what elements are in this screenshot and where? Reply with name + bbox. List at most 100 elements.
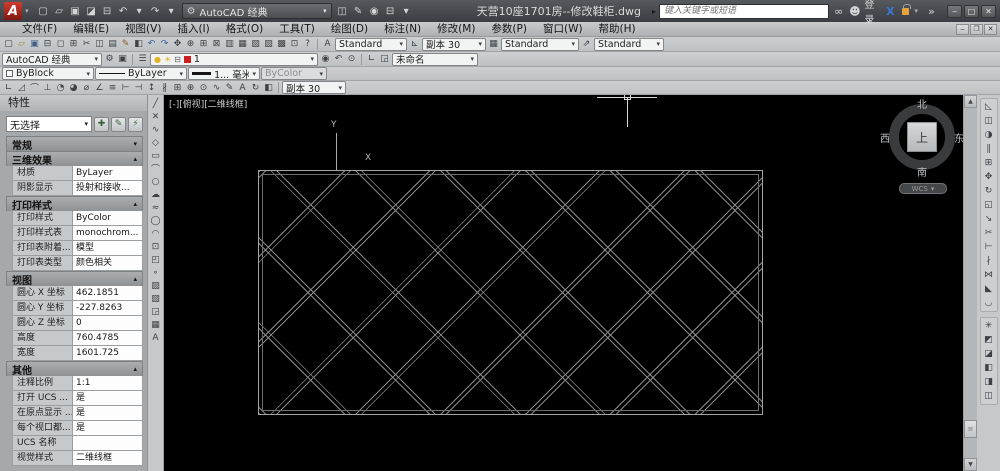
erase-icon[interactable]: ◺ xyxy=(981,100,997,114)
construction-line-icon[interactable]: ✕ xyxy=(149,110,163,123)
property-value[interactable]: 1601.725 xyxy=(73,346,142,360)
eye-icon[interactable]: ◉ xyxy=(367,4,382,19)
make-object-layer-current-icon[interactable]: ◉ xyxy=(319,53,332,65)
undo-arrow-icon[interactable]: ▾ xyxy=(132,4,147,19)
dim-arc-length-icon[interactable]: ⌒ xyxy=(28,82,41,94)
offset-icon[interactable]: ∥ xyxy=(981,142,997,156)
break-icon[interactable]: ∤ xyxy=(981,254,997,268)
property-value[interactable]: 462.1851 xyxy=(73,286,142,300)
section-collapse-icon[interactable]: ▴ xyxy=(133,200,137,208)
menu-item[interactable]: 标注(N) xyxy=(376,22,429,37)
property-value[interactable]: 是 xyxy=(73,421,142,435)
cut-icon[interactable]: ✂ xyxy=(80,38,93,50)
dim-space-icon[interactable]: ↕ xyxy=(145,82,158,94)
binoculars-search-icon[interactable]: ∞ xyxy=(832,5,845,18)
property-value[interactable]: 二维线框 xyxy=(73,451,142,465)
compass-south-label[interactable]: 南 xyxy=(917,164,927,179)
menu-item[interactable]: 参数(P) xyxy=(483,22,535,37)
palette-section-header[interactable]: 常规▾ xyxy=(6,136,143,151)
make-block-icon[interactable]: ◰ xyxy=(149,253,163,266)
palette-title[interactable]: 特性 xyxy=(0,95,147,111)
pan-icon[interactable]: ✥ xyxy=(171,38,184,50)
dim-jog-line-icon[interactable]: ∿ xyxy=(210,82,223,94)
section-collapse-icon[interactable]: ▴ xyxy=(133,155,137,163)
section-collapse-icon[interactable]: ▴ xyxy=(133,275,137,283)
doc-minimize-button[interactable]: ‒ xyxy=(956,24,969,35)
menu-item[interactable]: 修改(M) xyxy=(429,22,483,37)
table-style-icon[interactable]: ▦ xyxy=(487,38,500,50)
property-value[interactable]: monochrom... xyxy=(73,226,142,240)
doc-restore-button[interactable]: ❐ xyxy=(970,24,983,35)
arc-icon[interactable]: ⌒ xyxy=(149,162,163,175)
copy-clip-icon[interactable]: ◫ xyxy=(93,38,106,50)
trim-icon[interactable]: ✂ xyxy=(981,226,997,240)
cloud-print-icon[interactable]: ⊟ xyxy=(383,4,398,19)
plot-icon[interactable]: ⊟ xyxy=(100,4,115,19)
property-value[interactable]: ByColor xyxy=(73,211,142,225)
property-value[interactable]: ByLayer xyxy=(73,166,142,180)
quick-select-icon[interactable]: ⚡ xyxy=(128,117,143,132)
bring-to-front-icon[interactable]: ◩ xyxy=(981,333,997,347)
array-icon[interactable]: ⊞ xyxy=(981,156,997,170)
mtext-icon[interactable]: A xyxy=(149,331,163,344)
doc-close-button[interactable]: ✕ xyxy=(984,24,997,35)
property-value[interactable]: 投射和接收... xyxy=(73,181,142,195)
dim-text-edit-icon[interactable]: A xyxy=(236,82,249,94)
wcs-menu[interactable]: WCS▾ xyxy=(899,183,947,194)
dim-style-combo[interactable]: 副本 30▾ xyxy=(422,38,486,51)
color-combo[interactable]: ByBlock▾ xyxy=(2,67,94,80)
property-value[interactable] xyxy=(73,436,142,450)
scroll-up-arrow[interactable]: ▲ xyxy=(964,95,977,108)
dim-style-icon[interactable]: ◧ xyxy=(262,82,275,94)
lock-icon[interactable] xyxy=(902,8,909,15)
selection-combo[interactable]: 无选择▾ xyxy=(6,116,92,132)
extend-icon[interactable]: ⊢ xyxy=(981,240,997,254)
palette-section-header[interactable]: 三维效果▴ xyxy=(6,151,143,166)
undo-icon[interactable]: ↶ xyxy=(116,4,131,19)
minimize-button[interactable]: ‒ xyxy=(947,5,962,18)
autodesk360-icon[interactable]: X xyxy=(884,5,897,18)
region-icon[interactable]: ◲ xyxy=(149,305,163,318)
zoom-previous-icon[interactable]: ⊠ xyxy=(210,38,223,50)
dim-continue-icon[interactable]: ⊣ xyxy=(132,82,145,94)
dim-baseline-icon[interactable]: ⊢ xyxy=(119,82,132,94)
line-icon[interactable]: ╱ xyxy=(149,97,163,110)
dim-jogged-icon[interactable]: ◕ xyxy=(67,82,80,94)
property-value[interactable]: 颜色相关 xyxy=(73,256,142,270)
app-menu-arrow-icon[interactable]: ▾ xyxy=(25,7,29,15)
redo-arrow-icon[interactable]: ▾ xyxy=(164,4,179,19)
lineweight-combo[interactable]: 1... 毫米▾ xyxy=(188,67,260,80)
pencil-icon[interactable]: ✎ xyxy=(351,4,366,19)
canvas-vertical-scrollbar[interactable]: ▲ ≡ ▼ xyxy=(963,95,977,471)
mleader-style-icon[interactable]: ⇗ xyxy=(580,38,593,50)
layer-states-manager-icon[interactable]: ∟ xyxy=(365,53,378,65)
insert-block-icon[interactable]: ⊡ xyxy=(149,240,163,253)
fillet-icon[interactable]: ◡ xyxy=(981,296,997,310)
menu-item[interactable]: 绘图(D) xyxy=(323,22,376,37)
quick-dim-icon[interactable]: ≡ xyxy=(106,82,119,94)
layer-thaw-icon[interactable]: ☀ xyxy=(164,55,171,64)
polygon-icon[interactable]: ◇ xyxy=(149,136,163,149)
viewport-controls-label[interactable]: [-][俯视][二维线框] xyxy=(169,97,247,110)
maximize-button[interactable]: □ xyxy=(964,5,979,18)
plot-preview-icon[interactable]: ◻ xyxy=(54,38,67,50)
block-editor-icon[interactable]: ◧ xyxy=(132,38,145,50)
workspaces-combo[interactable]: AutoCAD 经典▾ xyxy=(2,53,102,66)
dim-radius-icon[interactable]: ◔ xyxy=(54,82,67,94)
publish-icon[interactable]: ⊞ xyxy=(67,38,80,50)
palette-section-header[interactable]: 打印样式▴ xyxy=(6,196,143,211)
undo-icon[interactable]: ↶ xyxy=(145,38,158,50)
menu-item[interactable]: 文件(F) xyxy=(14,22,65,37)
tool-palettes-icon[interactable]: ▧ xyxy=(249,38,262,50)
rectangle-icon[interactable]: ▭ xyxy=(149,149,163,162)
dim-style-icon[interactable]: ⊾ xyxy=(408,38,421,50)
mirror-icon[interactable]: ◑ xyxy=(981,128,997,142)
qnew-icon[interactable]: ▢ xyxy=(2,38,15,50)
scroll-down-arrow[interactable]: ▼ xyxy=(964,458,977,471)
navigation-compass[interactable]: 北 南 西 东 上 xyxy=(886,98,958,178)
dim-break-icon[interactable]: ∦ xyxy=(158,82,171,94)
dim-inspect-icon[interactable]: ⊙ xyxy=(197,82,210,94)
table-icon[interactable]: ▦ xyxy=(149,318,163,331)
redo-icon[interactable]: ↷ xyxy=(148,4,163,19)
menu-item[interactable]: 帮助(H) xyxy=(591,22,644,37)
